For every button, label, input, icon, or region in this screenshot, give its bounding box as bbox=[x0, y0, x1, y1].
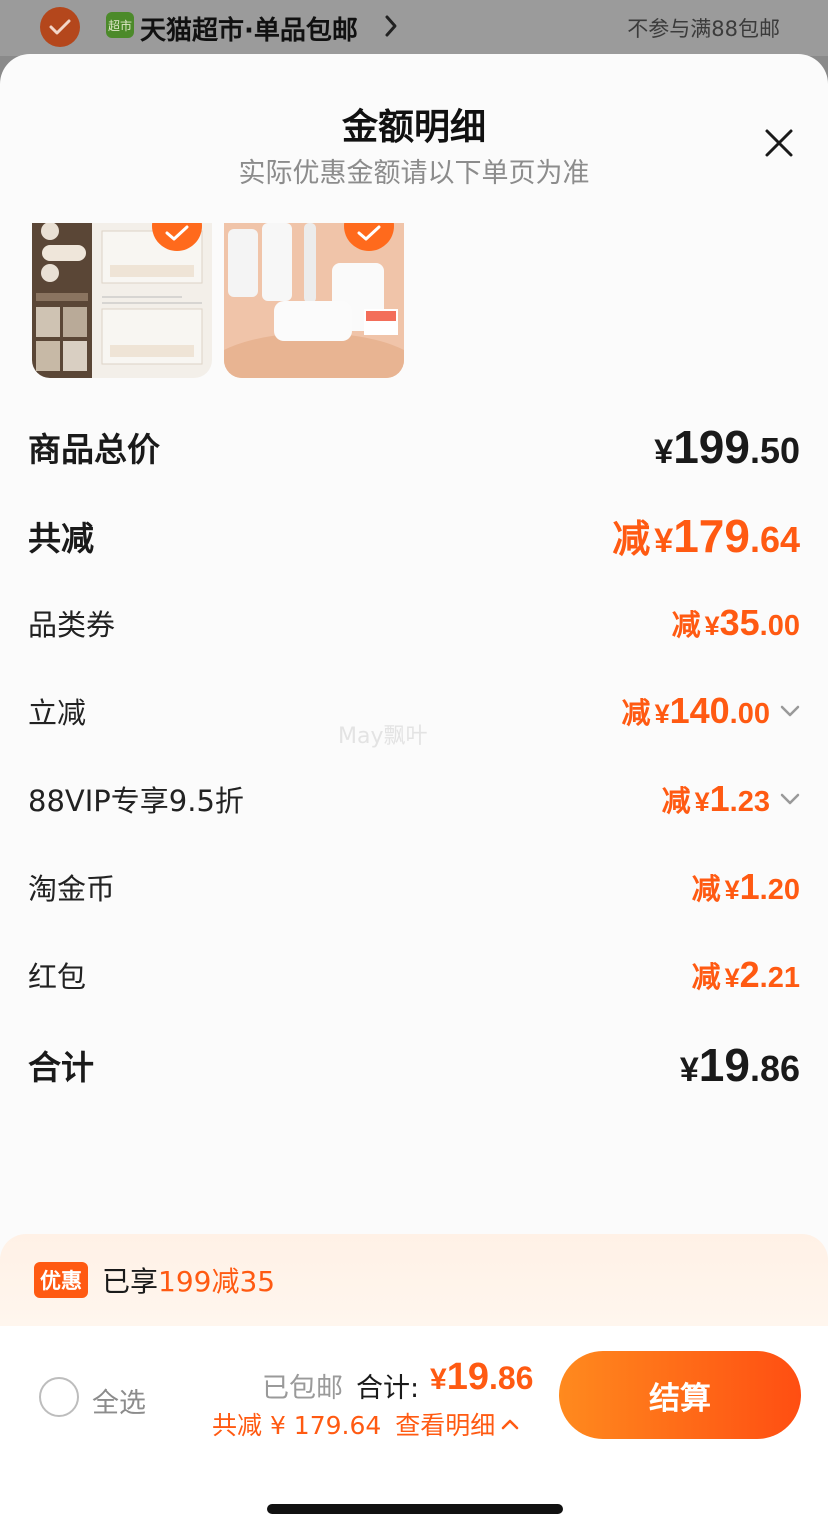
subtotal-row: 商品总价 ¥ 199 .50 bbox=[28, 420, 800, 474]
vip-discount-row[interactable]: 88VIP专享9.5折 减 ¥ 1 .23 bbox=[28, 778, 800, 820]
checkout-button[interactable]: 结算 bbox=[559, 1351, 801, 1439]
category-coupon-amount: 减 ¥ 35 .00 bbox=[671, 602, 800, 643]
red-packet-amount: 减 ¥ 2 .21 bbox=[691, 954, 800, 995]
store-selected-check-icon[interactable] bbox=[40, 7, 80, 47]
total-amount: ¥ 19 .86 bbox=[430, 1356, 534, 1398]
vip-discount-label: 88VIP专享9.5折 bbox=[28, 784, 244, 818]
sheet-title: 金额明细 bbox=[341, 107, 486, 148]
instant-discount-label: 立减 bbox=[28, 696, 87, 730]
total-discount-row: 共减 减 ¥ 179 .64 bbox=[28, 508, 800, 563]
store-header: 超市 天猫超市·单品包邮 不参与满88包邮 bbox=[0, 0, 828, 56]
amount-detail-sheet: 金额明细 实际优惠金额请以下单页为准 商品总价 ¥ 199 .50 共减 减 ¥… bbox=[0, 54, 828, 1530]
select-all-label[interactable]: 全选 bbox=[92, 1381, 146, 1420]
close-icon bbox=[765, 129, 793, 157]
red-packet-row: 红包 减 ¥ 2 .21 bbox=[28, 954, 800, 996]
promo-highlight: 199减35 bbox=[158, 1265, 276, 1298]
tao-coins-label: 淘金币 bbox=[28, 872, 116, 906]
grand-total-label: 合计 bbox=[28, 1048, 94, 1087]
tao-coins-row: 淘金币 减 ¥ 1 .20 bbox=[28, 866, 800, 908]
tao-coins-amount: 减 ¥ 1 .20 bbox=[691, 866, 800, 907]
select-all-radio[interactable] bbox=[39, 1377, 79, 1417]
grand-total-amount: ¥ 19 .86 bbox=[679, 1039, 800, 1091]
category-coupon-label: 品类券 bbox=[28, 608, 116, 642]
vip-discount-amount: 减 ¥ 1 .23 bbox=[662, 778, 800, 820]
sheet-subtitle: 实际优惠金额请以下单页为准 bbox=[238, 158, 590, 189]
total-label: 合计: bbox=[356, 1373, 420, 1404]
watermark: May飘叶 bbox=[338, 724, 428, 749]
category-coupon-row: 品类券 减 ¥ 35 .00 bbox=[28, 602, 800, 644]
promo-text: 已享 bbox=[102, 1265, 159, 1298]
view-detail-link[interactable]: 查看明细 bbox=[395, 1406, 519, 1442]
subtotal-amount: ¥ 199 .50 bbox=[654, 421, 800, 473]
view-detail-label: 查看明细 bbox=[395, 1411, 496, 1440]
promo-tag: 优惠 bbox=[34, 1262, 88, 1298]
promo-strip: 优惠 已享 199减35 bbox=[0, 1234, 828, 1326]
saved-summary: 共减 ¥ 179.64 查看明细 bbox=[212, 1406, 519, 1442]
subtotal-label: 商品总价 bbox=[28, 430, 160, 469]
store-logo: 超市 bbox=[106, 12, 134, 38]
product-thumbnail-storage[interactable] bbox=[32, 223, 212, 378]
checkout-bar: 全选 已包邮 合计: ¥ 19 .86 共减 ¥ 179.64 查看明细 结算 bbox=[0, 1326, 828, 1530]
total-discount-amount: 减 ¥ 179 .64 bbox=[612, 510, 800, 562]
store-name[interactable]: 天猫超市·单品包邮 bbox=[140, 10, 358, 47]
product-thumbnail-lint-roller[interactable] bbox=[224, 223, 404, 378]
total-discount-label: 共减 bbox=[28, 518, 94, 558]
chevron-right-icon[interactable] bbox=[384, 14, 398, 42]
chevron-up-icon bbox=[502, 1419, 519, 1430]
home-indicator[interactable] bbox=[267, 1504, 563, 1514]
chevron-down-icon[interactable] bbox=[780, 705, 800, 717]
chevron-down-icon[interactable] bbox=[780, 793, 800, 805]
store-shipping-note: 不参与满88包邮 bbox=[627, 17, 780, 41]
instant-discount-amount: 减 ¥ 140 .00 bbox=[622, 690, 800, 732]
saved-amount: 共减 ¥ 179.64 bbox=[212, 1411, 382, 1440]
grand-total-row: 合计 ¥ 19 .86 bbox=[28, 1038, 800, 1092]
close-button[interactable] bbox=[756, 120, 802, 166]
red-packet-label: 红包 bbox=[28, 960, 87, 994]
shipping-status: 已包邮 bbox=[262, 1373, 343, 1404]
